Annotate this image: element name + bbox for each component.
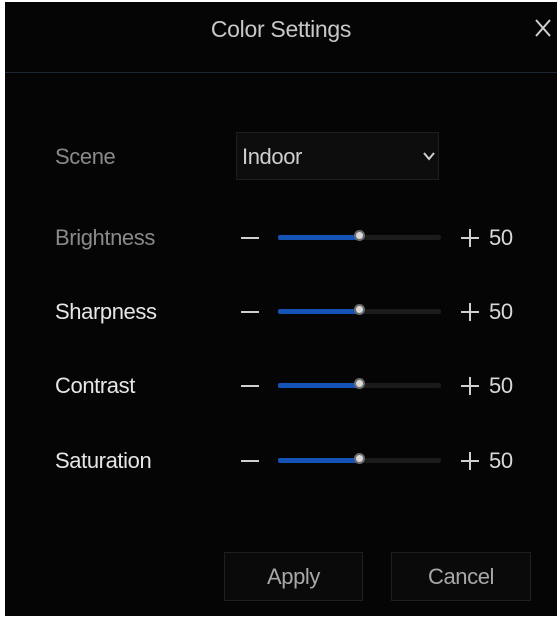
saturation-slider[interactable] xyxy=(278,453,441,464)
sharpness-label: Sharpness xyxy=(55,299,157,324)
plus-icon xyxy=(461,229,479,247)
sharpness-slider-fill xyxy=(278,309,360,314)
brightness-slider[interactable] xyxy=(278,230,441,241)
close-button[interactable] xyxy=(532,15,554,41)
saturation-decrease-button[interactable] xyxy=(241,451,259,471)
saturation-slider-fill xyxy=(278,458,360,463)
contrast-slider[interactable] xyxy=(278,378,441,389)
scene-label: Scene xyxy=(55,144,116,169)
sharpness-slider-handle[interactable] xyxy=(353,304,365,315)
dialog-header: Color Settings xyxy=(5,2,557,73)
brightness-slider-handle[interactable] xyxy=(353,230,365,241)
sharpness-slider[interactable] xyxy=(278,304,441,315)
apply-button[interactable]: Apply xyxy=(224,552,363,601)
dialog-title: Color Settings xyxy=(210,16,352,42)
saturation-slider-handle[interactable] xyxy=(353,453,365,464)
cancel-button[interactable]: Cancel xyxy=(391,552,531,601)
sharpness-increase-button[interactable] xyxy=(460,302,480,322)
contrast-slider-handle[interactable] xyxy=(353,378,365,389)
scene-select-value: Indoor xyxy=(242,144,302,169)
brightness-label: Brightness xyxy=(55,225,155,250)
plus-icon xyxy=(461,452,479,470)
scene-select[interactable]: Indoor xyxy=(236,132,439,180)
minus-icon xyxy=(241,385,259,387)
sharpness-decrease-button[interactable] xyxy=(241,302,259,322)
saturation-increase-button[interactable] xyxy=(460,451,480,471)
minus-icon xyxy=(241,237,259,239)
plus-icon xyxy=(461,303,479,321)
contrast-decrease-button[interactable] xyxy=(241,376,259,396)
brightness-increase-button[interactable] xyxy=(460,228,480,248)
minus-icon xyxy=(241,460,259,462)
sharpness-value: 50 xyxy=(489,299,513,324)
close-icon xyxy=(535,19,551,37)
brightness-slider-fill xyxy=(278,235,360,240)
plus-icon xyxy=(461,377,479,395)
brightness-decrease-button[interactable] xyxy=(241,228,259,248)
color-settings-dialog: Color Settings Scene Indoor Brightness 5… xyxy=(5,2,557,616)
contrast-value: 50 xyxy=(489,373,513,398)
saturation-label: Saturation xyxy=(55,448,152,473)
brightness-value: 50 xyxy=(489,225,513,250)
contrast-slider-fill xyxy=(278,383,360,388)
contrast-label: Contrast xyxy=(55,373,135,398)
contrast-increase-button[interactable] xyxy=(460,376,480,396)
saturation-value: 50 xyxy=(489,448,513,473)
minus-icon xyxy=(241,311,259,313)
chevron-down-icon xyxy=(423,152,435,161)
